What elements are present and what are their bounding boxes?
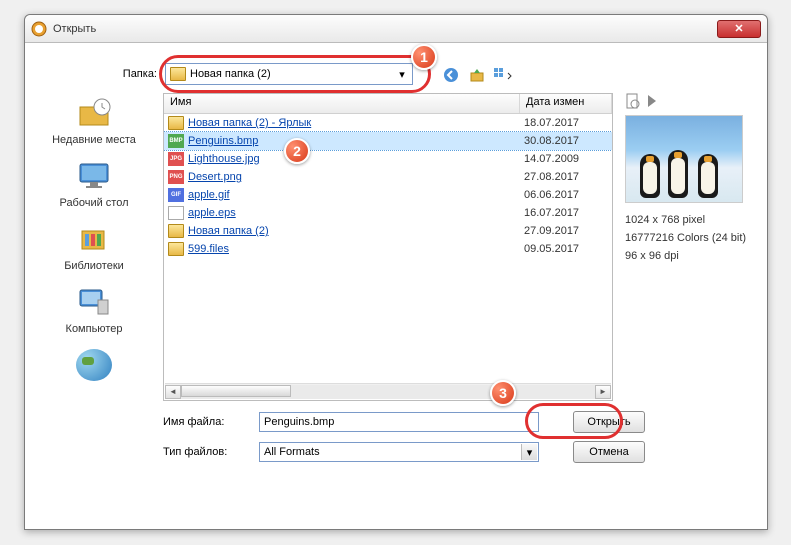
- back-button[interactable]: [441, 65, 461, 85]
- open-button[interactable]: Открыть: [573, 411, 645, 433]
- png-icon: PNG: [168, 170, 184, 184]
- close-button[interactable]: ✕: [717, 20, 761, 38]
- desktop-icon: [76, 160, 112, 192]
- gif-icon: GIF: [168, 188, 184, 202]
- file-date: 27.08.2017: [524, 171, 608, 183]
- file-name: Desert.png: [188, 171, 524, 183]
- file-name: Penguins.bmp: [188, 135, 524, 147]
- up-button[interactable]: [467, 65, 487, 85]
- file-row[interactable]: BMP Penguins.bmp30.08.2017: [164, 132, 612, 150]
- file-date: 06.06.2017: [524, 189, 608, 201]
- file-row[interactable]: Новая папка (2) - Ярлык18.07.2017: [164, 114, 612, 132]
- chevron-down-icon[interactable]: ▾: [394, 66, 410, 82]
- fold-icon: [168, 224, 184, 238]
- horizontal-scrollbar[interactable]: ◄ ►: [165, 383, 611, 399]
- file-date: 18.07.2017: [524, 117, 608, 129]
- file-date: 30.08.2017: [524, 135, 608, 147]
- computer-icon: [76, 286, 112, 318]
- scroll-thumb[interactable]: [181, 385, 291, 397]
- view-button[interactable]: [493, 65, 513, 85]
- file-date: 09.05.2017: [524, 243, 608, 255]
- preview-toolbar: [625, 93, 755, 111]
- scroll-left-button[interactable]: ◄: [165, 385, 181, 399]
- folder-label: Папка:: [115, 68, 157, 80]
- scroll-track[interactable]: [181, 385, 595, 399]
- preview-dimensions: 1024 x 768 pixel: [625, 211, 755, 229]
- fold-icon: [168, 116, 184, 130]
- fold-icon: [168, 242, 184, 256]
- titlebar: Открыть ✕: [25, 15, 767, 43]
- file-name: Новая папка (2): [188, 225, 524, 237]
- bmp-icon: BMP: [168, 134, 184, 148]
- filetype-combo[interactable]: All Formats ▾: [259, 442, 539, 462]
- sidebar-computer[interactable]: Компьютер: [39, 282, 149, 343]
- preview-colors: 16777216 Colors (24 bit): [625, 229, 755, 247]
- file-name: apple.eps: [188, 207, 524, 219]
- file-date: 16.07.2017: [524, 207, 608, 219]
- cancel-button[interactable]: Отмена: [573, 441, 645, 463]
- file-name: Lighthouse.jpg: [188, 153, 524, 165]
- file-row[interactable]: PNG Desert.png27.08.2017: [164, 168, 612, 186]
- folder-combo[interactable]: Новая папка (2) ▾: [165, 63, 413, 85]
- filename-input[interactable]: [259, 412, 539, 432]
- libraries-icon: [76, 223, 112, 255]
- col-date[interactable]: Дата измен: [520, 94, 612, 113]
- filename-label: Имя файла:: [163, 416, 249, 428]
- folder-icon: [170, 67, 186, 81]
- bottom-controls: Имя файла: Открыть Тип файлов: All Forma…: [163, 411, 753, 471]
- preview-play-icon[interactable]: [645, 93, 659, 109]
- file-name: 599.files: [188, 243, 524, 255]
- window-title: Открыть: [53, 23, 717, 35]
- file-row[interactable]: Новая папка (2)27.09.2017: [164, 222, 612, 240]
- app-icon: [31, 21, 47, 37]
- file-name: Новая папка (2) - Ярлык: [188, 117, 524, 129]
- eps-icon: [168, 206, 184, 220]
- file-date: 27.09.2017: [524, 225, 608, 237]
- file-row[interactable]: apple.eps16.07.2017: [164, 204, 612, 222]
- file-date: 14.07.2009: [524, 153, 608, 165]
- folder-row: Папка: Новая папка (2) ▾: [115, 63, 413, 85]
- preview-info: 1024 x 768 pixel 16777216 Colors (24 bit…: [625, 211, 755, 265]
- preview-pane: 1024 x 768 pixel 16777216 Colors (24 bit…: [625, 93, 755, 265]
- file-list-body: Новая папка (2) - Ярлык18.07.2017 BMP Peng…: [164, 114, 612, 258]
- filetype-value: All Formats: [264, 446, 320, 458]
- places-sidebar: Недавние места Рабочий стол Библиотеки К…: [39, 93, 149, 389]
- jpg-icon: JPG: [168, 152, 184, 166]
- preview-thumbnail: [625, 115, 743, 203]
- globe-icon: [76, 349, 112, 381]
- sidebar-desktop[interactable]: Рабочий стол: [39, 156, 149, 217]
- file-name: apple.gif: [188, 189, 524, 201]
- nav-buttons: [441, 65, 513, 85]
- file-list: Имя Дата измен Новая папка (2) - Ярлык18…: [163, 93, 613, 401]
- filetype-label: Тип файлов:: [163, 446, 249, 458]
- sidebar-network[interactable]: [39, 345, 149, 389]
- chevron-down-icon[interactable]: ▾: [521, 444, 537, 460]
- col-name[interactable]: Имя: [164, 94, 520, 113]
- file-row[interactable]: GIF apple.gif06.06.2017: [164, 186, 612, 204]
- folder-value: Новая папка (2): [190, 68, 271, 80]
- sidebar-recent[interactable]: Недавние места: [39, 93, 149, 154]
- sidebar-libraries[interactable]: Библиотеки: [39, 219, 149, 280]
- recent-icon: [76, 97, 112, 129]
- preview-dpi: 96 x 96 dpi: [625, 247, 755, 265]
- preview-page-icon[interactable]: [625, 93, 641, 109]
- open-dialog: Открыть ✕ Папка: Новая папка (2) ▾ Недав…: [24, 14, 768, 530]
- file-row[interactable]: JPG Lighthouse.jpg14.07.2009: [164, 150, 612, 168]
- file-row[interactable]: 599.files09.05.2017: [164, 240, 612, 258]
- file-list-header: Имя Дата измен: [164, 94, 612, 114]
- dialog-content: Папка: Новая папка (2) ▾ Недавние места …: [25, 43, 767, 529]
- scroll-right-button[interactable]: ►: [595, 385, 611, 399]
